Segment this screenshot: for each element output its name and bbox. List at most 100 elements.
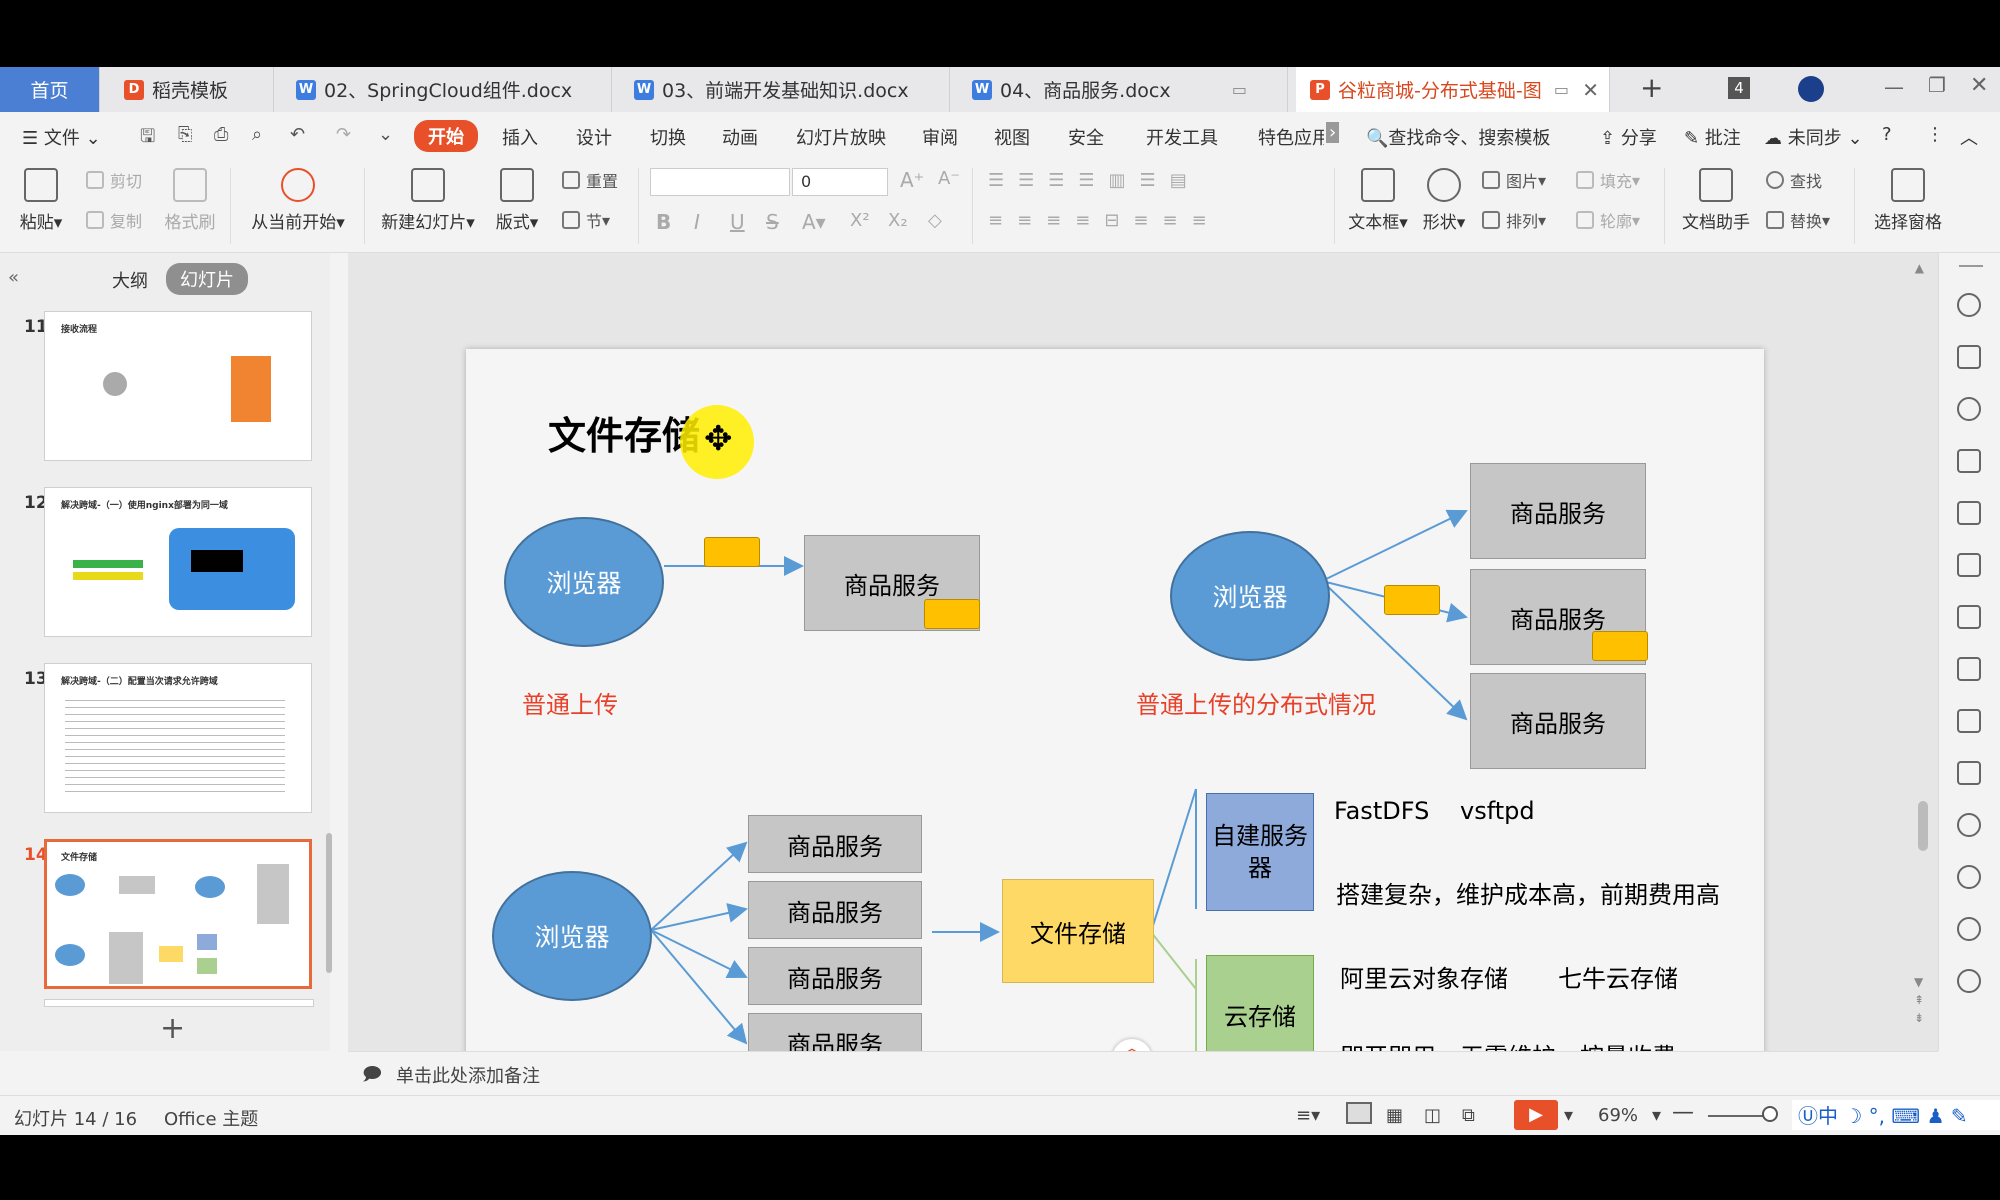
tab-doc-frontend[interactable]: W 03、前端开发基础知识.docx	[620, 67, 950, 112]
outline-button[interactable]: 轮廓 ▾	[1576, 208, 1640, 232]
play-slideshow-button[interactable]: ▶	[1514, 1100, 1558, 1130]
slide-thumbnail-11[interactable]: 接收流程	[44, 311, 312, 461]
backup-panel-icon[interactable]	[1957, 865, 1981, 889]
vertical-scrollbar[interactable]	[1918, 801, 1928, 851]
share-panel-icon[interactable]	[1957, 657, 1981, 681]
save-icon[interactable]: 🖫	[140, 124, 155, 154]
help-icon[interactable]: ?	[1882, 124, 1892, 145]
close-tab-icon[interactable]: ✕	[1582, 78, 1599, 102]
presenter-view-icon[interactable]: ⧉	[1462, 1105, 1475, 1126]
collapse-panel-icon[interactable]: «	[8, 267, 19, 288]
more-options-icon[interactable]: ⋮	[1926, 124, 1944, 145]
customize-dropdown-icon[interactable]: ⌄	[378, 124, 393, 145]
tab-ppt-active[interactable]: P 谷粒商城-分布式基础-图 ▭ ✕	[1296, 67, 1610, 112]
archive-panel-icon[interactable]	[1957, 709, 1981, 733]
tab-docer-templates[interactable]: D 稻壳模板	[110, 67, 274, 112]
tab-outline[interactable]: 大纲	[112, 267, 148, 293]
zoom-dropdown-icon[interactable]: ▾	[1652, 1105, 1661, 1126]
product-service-box-6[interactable]: 商品服务	[748, 881, 922, 939]
new-slide-button[interactable]: 新建幻灯片▾	[376, 168, 480, 233]
section-button[interactable]: 节 ▾	[562, 208, 610, 232]
tab-count-badge[interactable]: 4	[1728, 77, 1750, 99]
picture-button[interactable]: 图片 ▾	[1482, 168, 1546, 192]
italic-icon[interactable]: I	[694, 210, 700, 234]
notes-toggle-icon[interactable]: ≡▾	[1296, 1105, 1320, 1126]
shape-button[interactable]: 形状▾	[1418, 168, 1470, 233]
label-normal-upload[interactable]: 普通上传	[522, 685, 618, 720]
print-icon[interactable]: ⎙	[214, 124, 228, 145]
thumbnail-scrollbar[interactable]	[326, 833, 332, 973]
menu-home-tab[interactable]: 开始	[414, 120, 478, 152]
menu-review[interactable]: 审阅	[922, 124, 958, 150]
bold-icon[interactable]: B	[656, 210, 671, 234]
audio-panel-icon[interactable]	[1957, 813, 1981, 837]
undo-icon[interactable]: ↶	[290, 124, 305, 145]
superscript-icon[interactable]: X²	[850, 210, 870, 231]
grid-panel-icon[interactable]	[1957, 501, 1981, 525]
slide-thumbnail-12[interactable]: 解决跨域-（一）使用nginx部署为同一域	[44, 487, 312, 637]
help-panel-icon[interactable]	[1957, 969, 1981, 993]
ime-toolbar[interactable]: Ⓤ中 ☽ °, ⌨ ♟ ✎	[1792, 1100, 2000, 1130]
menu-slideshow[interactable]: 幻灯片放映	[796, 124, 886, 150]
underline-icon[interactable]: U	[730, 210, 745, 234]
reading-view-icon[interactable]: ◫	[1424, 1105, 1441, 1126]
cut-button[interactable]: 剪切	[86, 168, 142, 192]
slide-thumbnail-15-partial[interactable]	[44, 999, 314, 1007]
close-window-icon[interactable]: ✕	[1970, 73, 1988, 98]
strikethrough-icon[interactable]: S	[766, 210, 779, 234]
paste-button[interactable]: 粘贴▾	[18, 168, 64, 233]
product-service-box-4[interactable]: 商品服务	[1470, 673, 1646, 769]
product-service-box-2[interactable]: 商品服务	[1470, 463, 1646, 559]
self-built-server-box[interactable]: 自建服务器	[1206, 793, 1314, 911]
replace-button[interactable]: 替换 ▾	[1766, 208, 1830, 232]
textbox-button[interactable]: 文本框▾	[1346, 168, 1410, 233]
paragraph-list-icons[interactable]: ☰☰☰☰▥☰▤	[988, 170, 1201, 191]
layout-button[interactable]: 版式▾	[492, 168, 542, 233]
notes-area[interactable]: 🗩 单击此处添加备注	[348, 1051, 1938, 1096]
share-button[interactable]: ⇪ 分享	[1600, 124, 1657, 150]
product-service-box-7[interactable]: 商品服务	[748, 947, 922, 1005]
browser-oval-1[interactable]: 浏览器	[504, 517, 664, 647]
collapse-ribbon-icon[interactable]: ︿	[1960, 124, 1978, 150]
file-storage-box[interactable]: 文件存储	[1002, 879, 1154, 983]
clear-format-icon[interactable]: ◇	[928, 210, 942, 231]
menu-security[interactable]: 安全	[1068, 124, 1104, 150]
option-qiniu[interactable]: 七牛云存储	[1558, 959, 1678, 994]
option-aliyun-oss[interactable]: 阿里云对象存储	[1340, 959, 1508, 994]
alignment-icons[interactable]: ≡≡≡≡⊟≡≡≡	[988, 210, 1221, 231]
slide-title[interactable]: 文件存储	[548, 405, 700, 460]
doc-assistant-button[interactable]: 文档助手	[1676, 168, 1756, 233]
add-slide-plus-icon[interactable]: +	[160, 1011, 185, 1046]
fill-button[interactable]: 填充 ▾	[1576, 168, 1640, 192]
sync-status[interactable]: ☁ 未同步 ⌄	[1764, 124, 1863, 150]
option-vsftpd[interactable]: vsftpd	[1460, 797, 1535, 825]
user-avatar[interactable]	[1798, 76, 1824, 102]
search-commands[interactable]: 🔍查找命令、搜索模板	[1366, 124, 1550, 150]
new-tab-plus-icon[interactable]: +	[1640, 71, 1663, 104]
increase-font-icon[interactable]: A⁺	[900, 168, 924, 192]
self-built-description[interactable]: 搭建复杂，维护成本高，前期费用高	[1336, 875, 1720, 910]
comment-button[interactable]: ✎ 批注	[1684, 124, 1741, 150]
slide-thumbnail-14-selected[interactable]: 文件存储	[44, 839, 312, 989]
subscript-icon[interactable]: X₂	[888, 210, 908, 231]
menu-view[interactable]: 视图	[994, 124, 1030, 150]
option-fastdfs[interactable]: FastDFS	[1334, 797, 1429, 825]
browser-oval-2[interactable]: 浏览器	[1170, 531, 1330, 661]
format-painter-button[interactable]: 格式刷	[162, 168, 218, 233]
scroll-up-arrow-icon[interactable]: ▲	[1915, 261, 1924, 275]
restore-icon[interactable]: ❐	[1928, 73, 1946, 97]
more-menus-chevron-icon[interactable]: ›	[1326, 122, 1340, 143]
monitor-icon[interactable]: ▭	[1554, 80, 1569, 99]
redo-icon[interactable]: ↷	[336, 124, 351, 145]
media-panel-icon[interactable]	[1957, 605, 1981, 629]
menu-special-apps[interactable]: 特色应用	[1258, 124, 1324, 150]
minimize-icon[interactable]: —	[1884, 75, 1904, 99]
tab-doc-product-service[interactable]: W 04、商品服务.docx ▭	[958, 67, 1288, 112]
copy-button[interactable]: 复制	[86, 208, 142, 232]
font-name-input[interactable]	[650, 168, 790, 196]
theme-name[interactable]: Office 主题	[164, 1105, 258, 1131]
menu-animation[interactable]: 动画	[722, 124, 758, 150]
tab-doc-springcloud[interactable]: W 02、SpringCloud组件.docx	[282, 67, 612, 112]
menu-file[interactable]: ☰ 文件 ⌄	[22, 124, 101, 150]
history-panel-icon[interactable]	[1957, 917, 1981, 941]
